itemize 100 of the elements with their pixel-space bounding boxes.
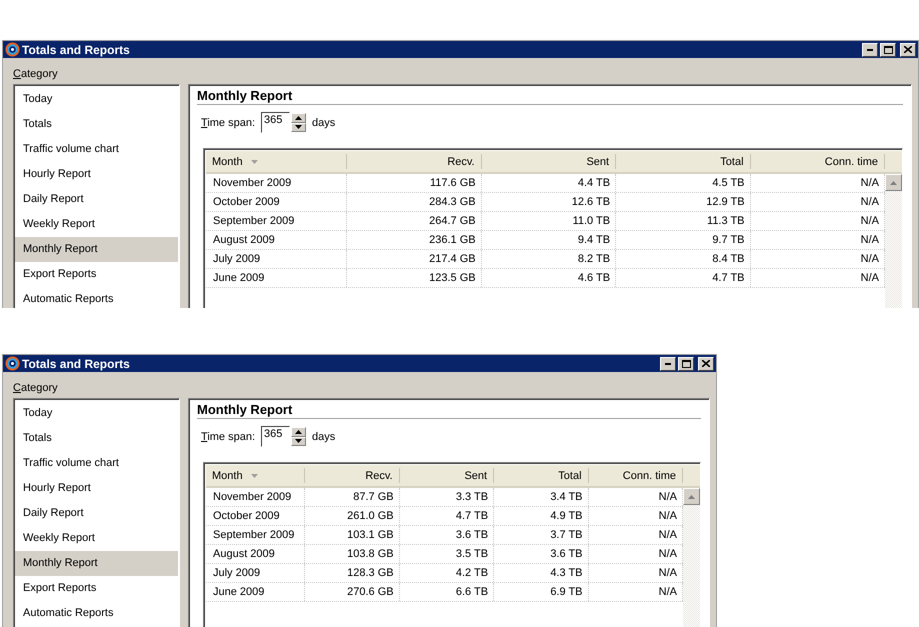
category-item[interactable]: Automatic Reports: [15, 287, 178, 308]
table-cell: June 2009: [206, 583, 306, 601]
category-label: Category: [13, 68, 59, 80]
time-span-label: Time span:: [201, 430, 256, 442]
days-label: days: [312, 116, 336, 128]
minimize-icon: [867, 48, 873, 50]
column-header[interactable]: Sent: [482, 154, 616, 169]
table-cell: 6.6 TB: [400, 583, 494, 601]
column-header[interactable]: Total: [494, 468, 589, 483]
up-arrow-icon: [295, 116, 302, 120]
column-title: Recv.: [447, 156, 475, 168]
table-cell: 128.3 GB: [305, 564, 400, 582]
table-cell: 4.3 TB: [494, 564, 589, 582]
table-cell: 4.9 TB: [494, 507, 589, 525]
category-item[interactable]: Totals: [15, 426, 178, 451]
scrollbar[interactable]: [683, 488, 700, 627]
table-cell: August 2009: [206, 545, 306, 563]
maximize-icon: [884, 46, 892, 54]
scroll-up-button[interactable]: [885, 174, 902, 191]
minimize-button[interactable]: [862, 42, 878, 56]
table-cell: 8.4 TB: [616, 250, 751, 268]
close-icon: [904, 46, 912, 53]
table-cell: 4.7 TB: [400, 507, 494, 525]
report-heading: Monthly Report: [197, 87, 903, 105]
column-header[interactable]: Conn. time: [588, 468, 683, 483]
table-cell: August 2009: [206, 231, 348, 249]
table-cell: September 2009: [206, 526, 306, 544]
category-item[interactable]: Export Reports: [15, 262, 178, 287]
scroll-up-button[interactable]: [683, 488, 700, 505]
table-cell: 3.3 TB: [400, 488, 494, 506]
category-item[interactable]: Hourly Report: [15, 476, 178, 501]
table-cell: 3.5 TB: [400, 545, 494, 563]
maximize-button[interactable]: [678, 356, 694, 370]
category-item[interactable]: Totals: [15, 112, 178, 137]
column-header[interactable]: Total: [616, 154, 751, 169]
table-cell: 6.9 TB: [494, 583, 589, 601]
column-title: Total: [720, 156, 744, 168]
category-item[interactable]: Monthly Report: [15, 551, 178, 576]
minimize-icon: [665, 362, 671, 364]
column-title: Recv.: [365, 470, 393, 482]
down-arrow-icon: [295, 439, 302, 444]
category-item[interactable]: Traffic volume chart: [15, 137, 178, 162]
table-cell: October 2009: [206, 507, 306, 525]
maximize-icon: [682, 360, 690, 368]
category-item[interactable]: Weekly Report: [15, 526, 178, 551]
category-item[interactable]: Monthly Report: [15, 237, 178, 262]
spin-up-button[interactable]: [291, 427, 306, 436]
table-cell: 270.6 GB: [305, 583, 400, 601]
column-header[interactable]: Month: [206, 154, 348, 169]
column-title: Sent: [464, 470, 488, 482]
column-title: Conn. time: [622, 470, 676, 482]
category-item[interactable]: Weekly Report: [15, 212, 178, 237]
table-cell: 9.4 TB: [482, 231, 616, 249]
up-arrow-icon: [295, 430, 302, 434]
up-arrow-icon: [688, 494, 695, 498]
column-header[interactable]: Month: [206, 468, 306, 483]
time-span-input[interactable]: 365: [261, 426, 290, 447]
category-item[interactable]: Traffic volume chart: [15, 451, 178, 476]
category-item[interactable]: Hourly Report: [15, 162, 178, 187]
table-cell: 284.3 GB: [347, 193, 482, 211]
table-cell: 4.6 TB: [482, 269, 616, 287]
column-header[interactable]: Recv.: [305, 468, 400, 483]
spin-up-button[interactable]: [291, 113, 306, 122]
days-label: days: [312, 430, 336, 442]
table-cell: 261.0 GB: [305, 507, 400, 525]
category-item[interactable]: Automatic Reports: [15, 601, 178, 626]
table-cell: 11.0 TB: [482, 212, 616, 230]
table-cell: 264.7 GB: [347, 212, 482, 230]
table-cell: 103.8 GB: [305, 545, 400, 563]
column-header[interactable]: Conn. time: [750, 154, 885, 169]
table-cell: 8.2 TB: [482, 250, 616, 268]
category-label: Category: [13, 382, 59, 394]
sort-icon: [250, 160, 258, 164]
sort-icon: [250, 474, 258, 478]
column-title: Total: [558, 470, 582, 482]
close-icon: [702, 360, 710, 367]
table-cell: October 2009: [206, 193, 348, 211]
minimize-button[interactable]: [660, 356, 676, 370]
table-cell: June 2009: [206, 269, 348, 287]
category-item[interactable]: Export Reports: [15, 576, 178, 601]
table-cell: 12.6 TB: [482, 193, 616, 211]
category-item[interactable]: Daily Report: [15, 501, 178, 526]
category-item[interactable]: Today: [15, 401, 178, 426]
table-cell: 236.1 GB: [347, 231, 482, 249]
column-header[interactable]: Sent: [400, 468, 494, 483]
up-arrow-icon: [890, 180, 897, 184]
table-cell: 217.4 GB: [347, 250, 482, 268]
column-title: Month: [212, 470, 243, 482]
maximize-button[interactable]: [880, 42, 896, 56]
column-header[interactable]: Recv.: [347, 154, 482, 169]
category-item[interactable]: Today: [15, 87, 178, 112]
category-item[interactable]: Daily Report: [15, 187, 178, 212]
table-cell: 3.7 TB: [494, 526, 589, 544]
close-button[interactable]: [698, 356, 714, 370]
table-cell: 4.7 TB: [616, 269, 751, 287]
close-button[interactable]: [900, 42, 916, 56]
scrollbar[interactable]: [885, 174, 902, 308]
table-cell: July 2009: [206, 564, 306, 582]
table-cell: September 2009: [206, 212, 348, 230]
time-span-input[interactable]: 365: [261, 112, 290, 133]
